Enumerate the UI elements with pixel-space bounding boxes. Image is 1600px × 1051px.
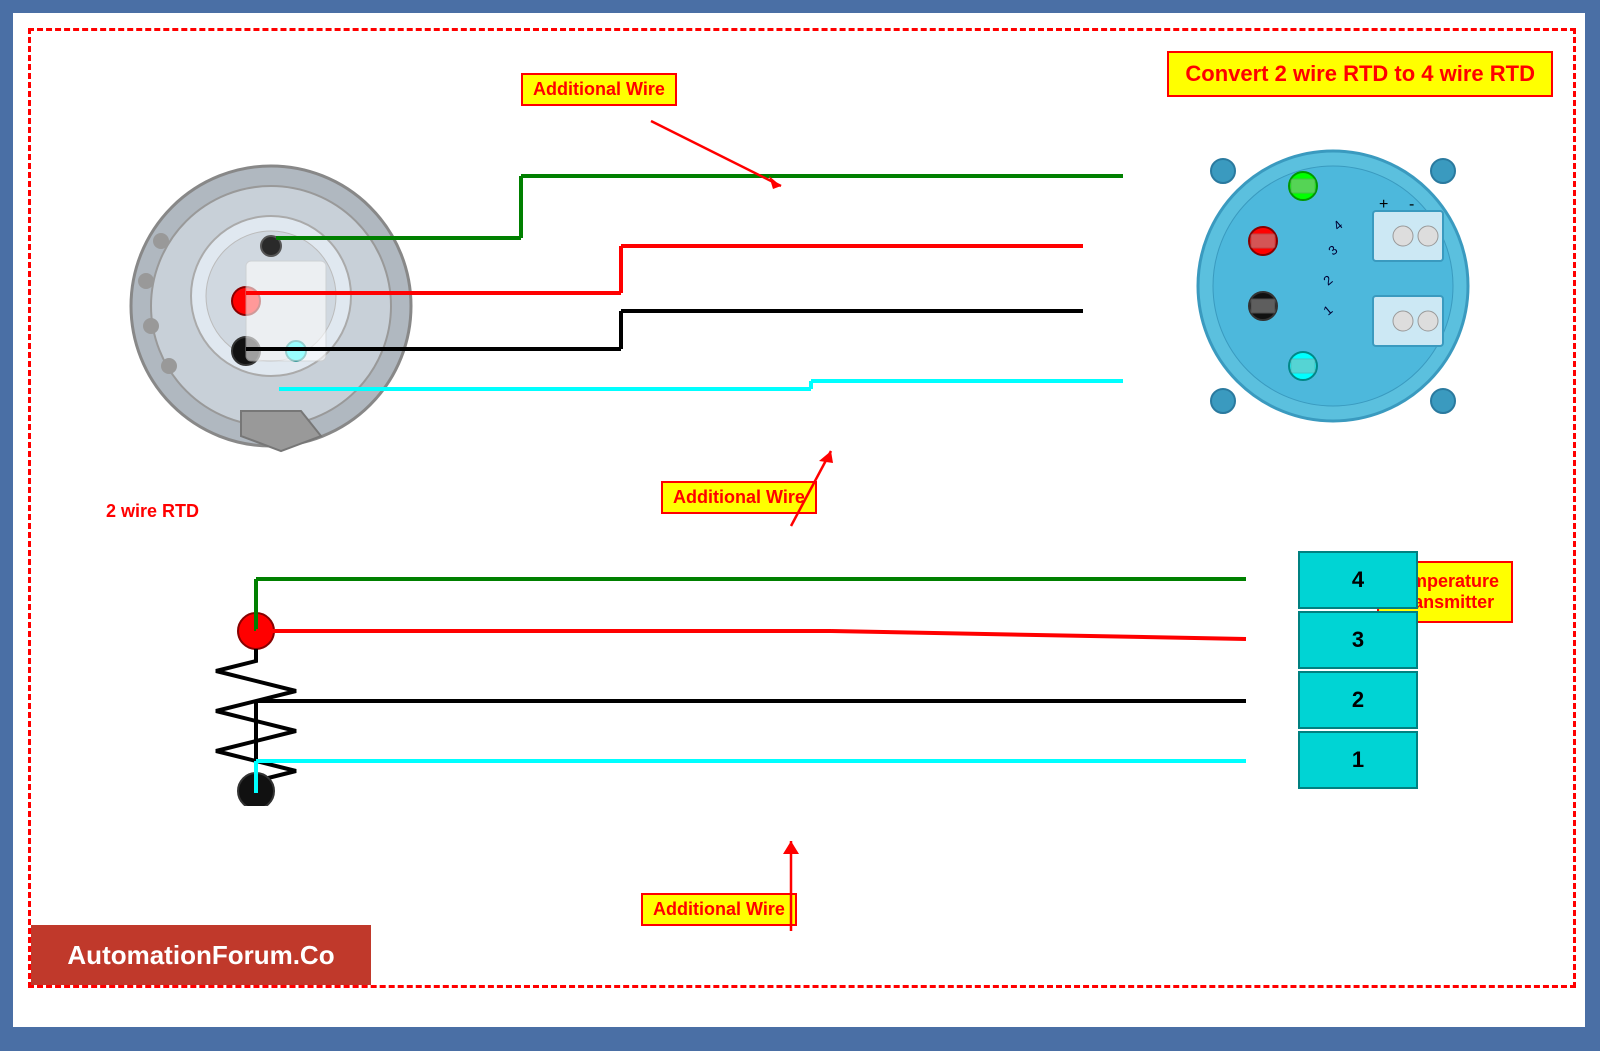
terminal-2: 2 <box>1298 671 1418 729</box>
footer: AutomationForum.Co <box>31 925 371 985</box>
transmitter-head: + - 4 3 2 1 <box>1183 131 1483 441</box>
terminal-3: 3 <box>1298 611 1418 669</box>
rtd-coil <box>176 606 336 811</box>
terminal-1: 1 <box>1298 731 1418 789</box>
diagram-area: Convert 2 wire RTD to 4 wire RTD Additio… <box>28 28 1576 988</box>
title-box: Convert 2 wire RTD to 4 wire RTD <box>1167 51 1553 97</box>
title-text: Convert 2 wire RTD to 4 wire RTD <box>1185 61 1535 86</box>
rtd-sensor <box>111 141 431 461</box>
terminal-4: 4 <box>1298 551 1418 609</box>
terminal-block: 4 3 2 1 <box>1298 551 1418 791</box>
svg-text:-: - <box>1409 196 1414 213</box>
additional-wire-label-2: Additional Wire <box>661 481 817 514</box>
main-container: Convert 2 wire RTD to 4 wire RTD Additio… <box>10 10 1588 1030</box>
footer-text: AutomationForum.Co <box>67 940 334 971</box>
additional-wire-label-3: Additional Wire <box>641 893 797 926</box>
two-wire-rtd-label: 2 wire RTD <box>106 501 199 522</box>
additional-wire-label-1: Additional Wire <box>521 73 677 106</box>
svg-text:+: + <box>1379 196 1388 213</box>
